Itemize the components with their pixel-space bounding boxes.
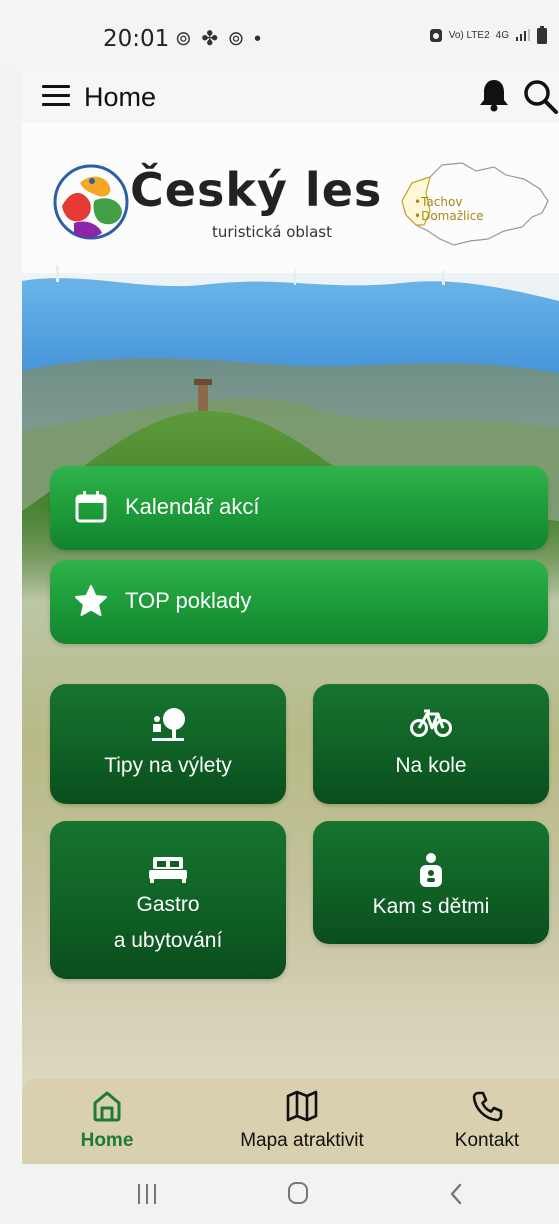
status-bar: 20:01 ⊚ ✤ ⊚ • Vo) LTE2 4G (0, 0, 559, 70)
tree-park-icon (152, 708, 185, 741)
home-icon (93, 1091, 121, 1122)
content-area: Český les turistická oblast •Tachov •Dom… (22, 123, 559, 1163)
home-system-icon[interactable] (288, 1182, 308, 1204)
app-bar: Home (22, 70, 559, 123)
nav-home[interactable]: Home (62, 1078, 152, 1164)
nav-attractions-map[interactable]: Mapa atraktivit (217, 1078, 387, 1164)
trip-tips-tile[interactable]: Tipy na výlety (50, 684, 286, 804)
page-title: Home (84, 82, 157, 112)
trip-tips-label: Tipy na výlety (104, 754, 232, 777)
status-right: Vo) LTE2 4G (429, 26, 547, 44)
cesky-les-logo-icon (53, 164, 129, 240)
top-treasures-label: TOP poklady (125, 588, 252, 613)
phone-icon (472, 1091, 503, 1122)
star-icon (75, 585, 107, 616)
with-kids-label: Kam s dětmi (372, 895, 490, 918)
signal-icon (516, 29, 530, 41)
status-time: 20:01 (103, 26, 170, 52)
screen: 20:01 ⊚ ✤ ⊚ • Vo) LTE2 4G Home Český les… (0, 0, 559, 1224)
gastro-label-line2: a ubytování (113, 929, 223, 952)
by-bike-tile[interactable]: Na kole (313, 684, 549, 804)
events-calendar-label: Kalendář akcí (125, 494, 260, 519)
brand-header: Český les turistická oblast •Tachov •Dom… (22, 123, 559, 273)
by-bike-label: Na kole (395, 754, 467, 777)
gastro-label-line1: Gastro (136, 893, 200, 916)
landscape-image (22, 266, 559, 601)
top-treasures-button[interactable]: TOP poklady (50, 560, 548, 644)
menu-icon[interactable] (42, 85, 70, 107)
alarm-icon (429, 29, 442, 42)
network-label: Vo) LTE2 (448, 29, 490, 41)
brand-subtitle: turistická oblast (212, 223, 332, 241)
nav-contact[interactable]: Kontakt (437, 1078, 537, 1164)
child-icon (420, 853, 442, 887)
search-icon[interactable] (522, 78, 559, 115)
bottom-navigation: Home Mapa atraktivit Kontakt (22, 1078, 559, 1164)
bicycle-icon (410, 709, 452, 737)
bell-icon[interactable] (478, 78, 510, 112)
battery-icon (537, 26, 547, 44)
with-kids-tile[interactable]: Kam s dětmi (313, 821, 549, 944)
signal-type: 4G (495, 29, 509, 41)
gastro-accommodation-tile[interactable]: Gastro a ubytování (50, 821, 286, 979)
region-label-tachov: •Tachov (414, 195, 463, 209)
map-icon (286, 1090, 318, 1122)
nav-attractions-map-label: Mapa atraktivit (240, 1130, 364, 1151)
region-label-domazlice: •Domažlice (414, 209, 484, 223)
recents-icon[interactable] (136, 1184, 158, 1204)
system-navigation-bar (0, 1164, 559, 1224)
events-calendar-button[interactable]: Kalendář akcí (50, 466, 548, 550)
nav-contact-label: Kontakt (454, 1130, 520, 1151)
calendar-icon (75, 491, 107, 523)
brand-title: Český les (130, 163, 383, 217)
nav-home-label: Home (80, 1130, 134, 1151)
notification-icons: ⊚ ✤ ⊚ • (175, 28, 263, 50)
back-icon[interactable] (448, 1182, 464, 1206)
bed-icon (149, 857, 187, 883)
